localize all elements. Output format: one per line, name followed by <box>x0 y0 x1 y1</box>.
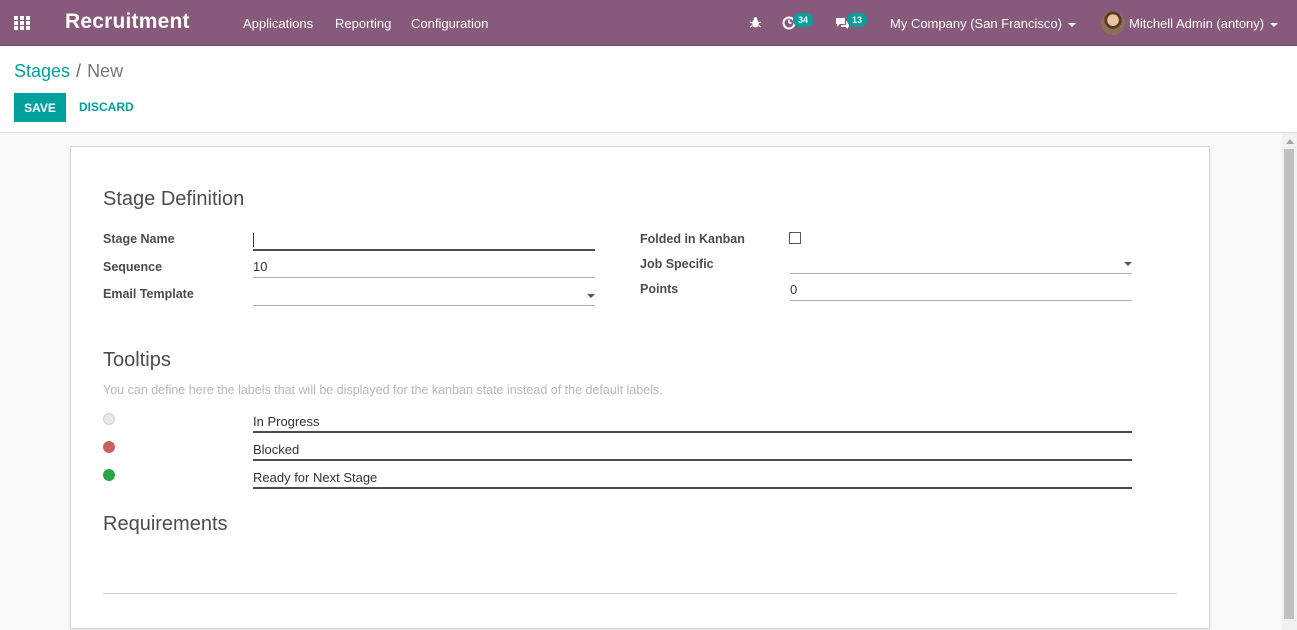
points-label: Points <box>640 282 679 296</box>
discard-button[interactable]: DISCARD <box>72 93 141 122</box>
user-avatar[interactable] <box>1101 11 1125 35</box>
company-name: My Company (San Francisco) <box>890 16 1062 31</box>
stage-name-label: Stage Name <box>103 232 175 246</box>
ready-for-next-stage-label-input[interactable]: Ready for Next Stage <box>253 467 1132 489</box>
folded-in-kanban-label: Folded in Kanban <box>640 232 745 246</box>
email-template-label: Email Template <box>103 287 194 301</box>
save-button[interactable]: SAVE <box>14 93 66 122</box>
tooltips-help-text: You can define here the labels that will… <box>103 383 663 397</box>
chevron-down-icon <box>1270 22 1279 27</box>
section-title-stage-definition: Stage Definition <box>103 188 245 210</box>
app-brand[interactable]: Recruitment <box>65 10 190 34</box>
breadcrumb-separator: / <box>76 61 82 81</box>
menu-applications[interactable]: Applications <box>243 16 313 31</box>
job-specific-label: Job Specific <box>640 257 714 271</box>
user-name: Mitchell Admin (antony) <box>1129 16 1265 31</box>
stage-name-input[interactable] <box>253 229 595 251</box>
chevron-down-icon[interactable] <box>1124 262 1132 266</box>
sequence-input[interactable]: 10 <box>253 256 595 278</box>
apps-menu-icon[interactable] <box>14 16 32 30</box>
chevron-down-icon <box>1067 22 1076 27</box>
bug-icon[interactable] <box>749 16 762 29</box>
job-specific-select[interactable] <box>790 252 1132 274</box>
text-cursor <box>253 233 254 247</box>
kanban-state-normal-dot-icon <box>103 413 115 425</box>
breadcrumb-current: New <box>87 61 124 81</box>
sequence-label: Sequence <box>103 260 163 274</box>
chevron-down-icon[interactable] <box>587 294 595 298</box>
activity-count-badge: 34 <box>793 13 814 27</box>
company-switcher[interactable]: My Company (San Francisco) <box>890 16 1076 31</box>
section-title-tooltips: Tooltips <box>103 349 171 371</box>
vertical-scrollbar[interactable] <box>1282 133 1297 630</box>
kanban-state-done-dot-icon <box>103 469 115 481</box>
control-panel: Stages / New SAVE DISCARD <box>0 46 1297 133</box>
section-title-requirements: Requirements <box>103 513 228 535</box>
requirements-textarea[interactable] <box>103 545 1177 591</box>
menu-configuration[interactable]: Configuration <box>411 16 488 31</box>
breadcrumb-stages-link[interactable]: Stages <box>14 61 70 81</box>
top-navbar: Recruitment Applications Reporting Confi… <box>0 0 1297 46</box>
messages-count-badge: 13 <box>847 13 868 27</box>
user-menu[interactable]: Mitchell Admin (antony) <box>1129 16 1279 31</box>
in-progress-label-input[interactable]: In Progress <box>253 411 1132 433</box>
email-template-select[interactable] <box>253 284 595 306</box>
folded-in-kanban-checkbox[interactable] <box>789 232 801 244</box>
blocked-label-input[interactable]: Blocked <box>253 439 1132 461</box>
scroll-up-arrow-icon[interactable] <box>1286 139 1294 144</box>
menu-reporting[interactable]: Reporting <box>335 16 391 31</box>
kanban-state-blocked-dot-icon <box>103 441 115 453</box>
breadcrumb: Stages / New <box>14 61 123 82</box>
requirements-underline <box>103 593 1177 594</box>
points-input[interactable]: 0 <box>790 279 1132 301</box>
scrollbar-thumb[interactable] <box>1284 149 1294 619</box>
